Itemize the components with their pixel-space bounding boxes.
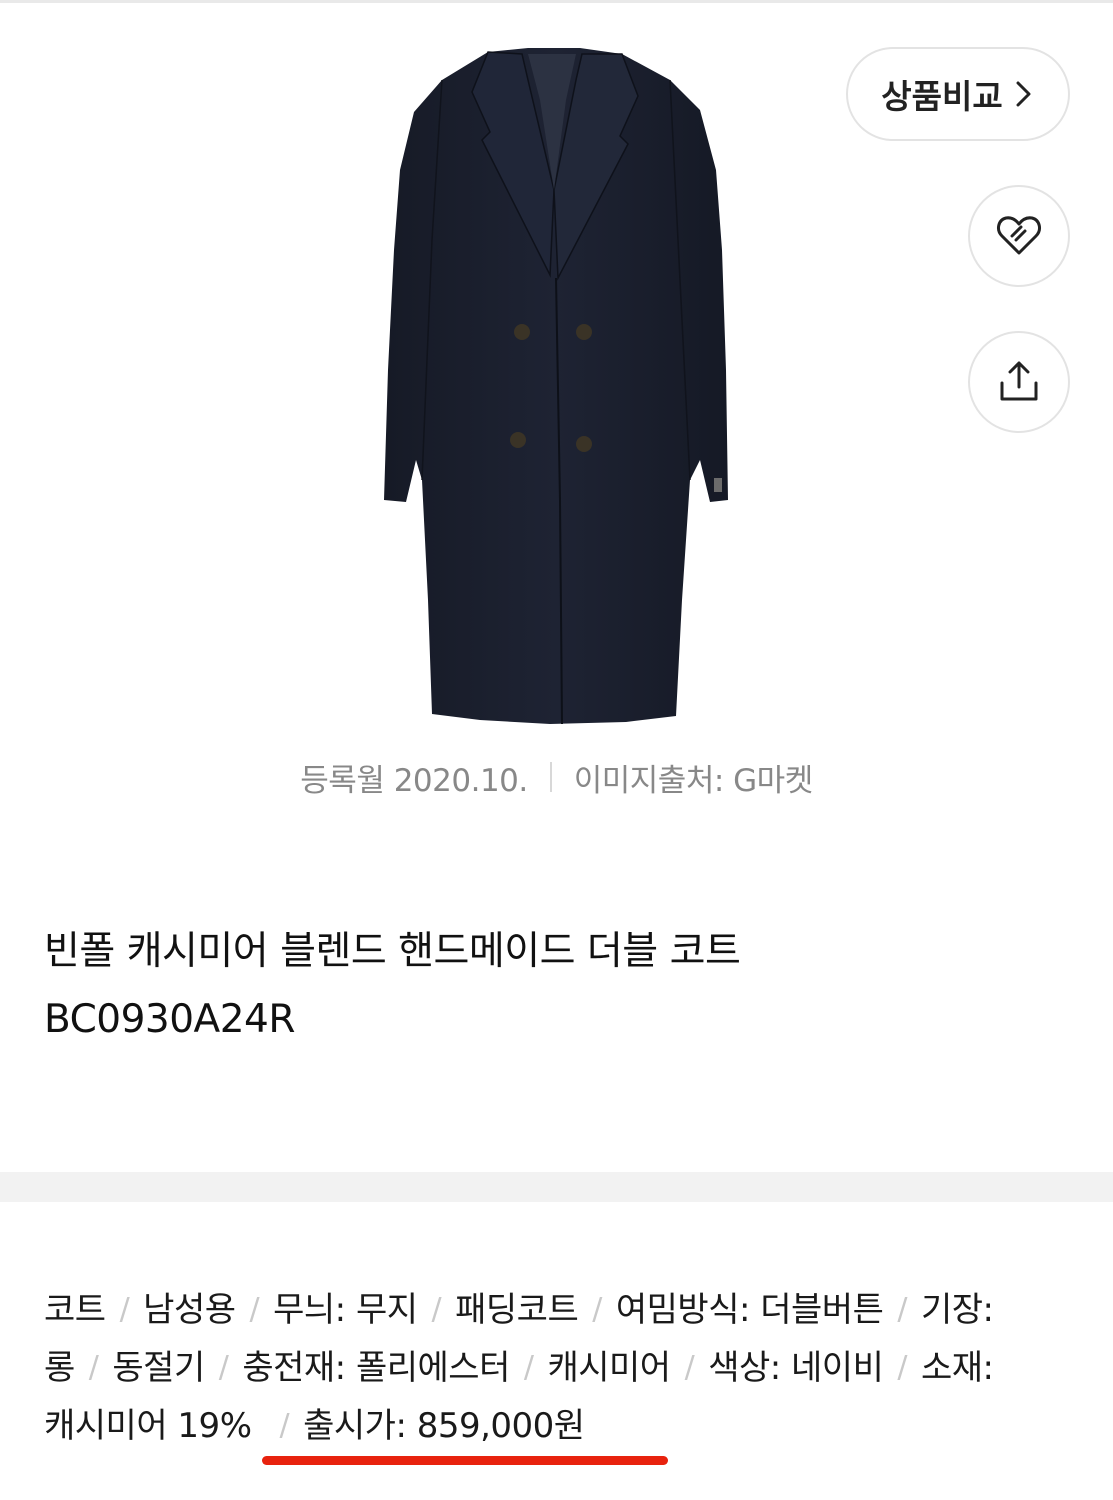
spec-separator: /: [897, 1350, 907, 1385]
chevron-right-icon: [1016, 81, 1031, 107]
spec-separator: /: [431, 1292, 442, 1327]
compare-label: 상품비교: [881, 77, 1003, 116]
highlight-underline: [262, 1456, 668, 1465]
image-meta: 등록월 2020.10. 이미지출처: G마켓: [0, 752, 1113, 802]
release-price: 출시가: 859,000원: [303, 1406, 585, 1446]
spec-separator: /: [897, 1292, 907, 1327]
spec-separator: /: [279, 1408, 290, 1443]
spec-row: 캐시미어 19% / 출시가: 859,000원: [44, 1397, 1084, 1455]
coat-illustration: [384, 48, 728, 725]
spec-separator: /: [592, 1292, 602, 1327]
spec-item: 롱: [44, 1348, 75, 1388]
spec-item: 코트: [44, 1290, 106, 1330]
compare-button[interactable]: 상품비교: [846, 47, 1070, 141]
spec-item: 충전재: 폴리에스터: [242, 1348, 510, 1388]
top-border: [0, 0, 1113, 3]
product-model-code: BC0930A24R: [44, 997, 295, 1042]
product-title: 빈폴 캐시미어 블렌드 핸드메이드 더블 코트 BC0930A24R: [44, 918, 1064, 1054]
spec-item: 색상: 네이비: [708, 1348, 884, 1388]
product-image[interactable]: [370, 40, 740, 730]
spec-separator: /: [249, 1292, 260, 1327]
spec-separator: /: [218, 1350, 229, 1385]
spec-item: 동절기: [112, 1348, 205, 1388]
share-button[interactable]: [968, 331, 1070, 433]
spec-item: 캐시미어: [547, 1348, 671, 1388]
spec-item: 기장:: [920, 1290, 994, 1330]
meta-divider: [549, 762, 552, 792]
image-source: 이미지출처: G마켓: [573, 762, 813, 799]
spec-item: 무늬: 무지: [273, 1290, 418, 1330]
spec-item: 남성용: [143, 1290, 236, 1330]
wish-button[interactable]: [968, 185, 1070, 287]
spec-list: 코트 / 남성용 / 무늬: 무지 / 패딩코트 / 여밈방식: 더블버튼 / …: [44, 1281, 1084, 1455]
spec-separator: /: [684, 1350, 695, 1385]
spec-separator: /: [119, 1292, 130, 1327]
spec-row: 코트 / 남성용 / 무늬: 무지 / 패딩코트 / 여밈방식: 더블버튼 / …: [44, 1281, 1084, 1339]
heart-icon: [997, 216, 1041, 255]
spec-item: 패딩코트: [455, 1290, 579, 1330]
spec-item: 소재:: [920, 1348, 994, 1388]
spec-separator: /: [88, 1350, 99, 1385]
share-icon: [1000, 361, 1038, 401]
registered-date: 등록월 2020.10.: [300, 762, 528, 799]
section-divider: [0, 1172, 1113, 1202]
spec-item: 여밈방식: 더블버튼: [615, 1290, 884, 1330]
spec-row: 롱 / 동절기 / 충전재: 폴리에스터 / 캐시미어 / 색상: 네이비 / …: [44, 1339, 1084, 1397]
spec-separator: /: [523, 1350, 534, 1385]
spec-item: 캐시미어 19%: [44, 1406, 252, 1446]
product-detail-page: 상품비교 등록월 2020.10. 이미지출처: G마켓 빈폴 캐시미어 블렌드…: [0, 0, 1113, 1500]
product-title-line1: 빈폴 캐시미어 블렌드 핸드메이드 더블 코트: [44, 929, 741, 974]
